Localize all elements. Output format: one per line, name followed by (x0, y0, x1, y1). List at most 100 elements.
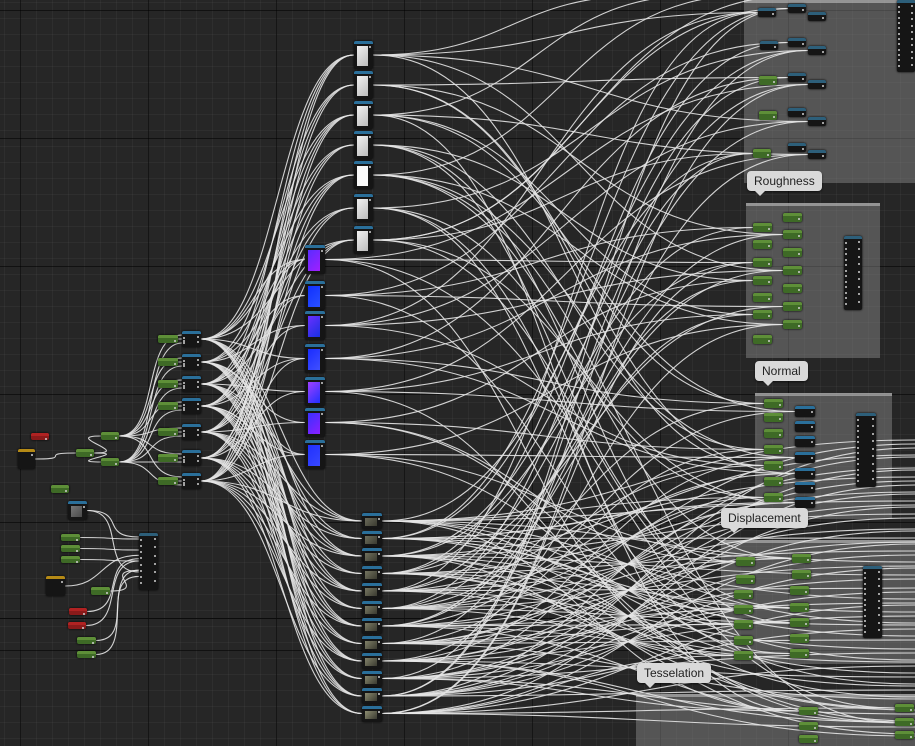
scalar-parameter-node[interactable] (783, 302, 802, 311)
scalar-parameter-node[interactable] (895, 704, 914, 712)
material-function-node[interactable] (844, 236, 862, 310)
comment-label-tesselation[interactable]: Tesselation (637, 663, 711, 683)
scalar-parameter-node[interactable] (799, 722, 818, 730)
texture-object-node[interactable] (46, 576, 65, 596)
scalar-parameter-node[interactable] (783, 230, 802, 239)
node-input[interactable] (753, 149, 771, 158)
scalar-parameter-node[interactable] (764, 445, 783, 454)
scalar-parameter-node[interactable] (790, 618, 809, 627)
scalar-parameter-node[interactable] (753, 240, 772, 249)
texture-sample-node[interactable] (305, 408, 325, 437)
texture-sample-node[interactable] (795, 436, 815, 447)
node-input[interactable] (788, 38, 806, 47)
vector-parameter-node[interactable] (31, 433, 49, 440)
lerp-node[interactable] (182, 473, 201, 489)
scalar-parameter-node[interactable] (783, 284, 802, 293)
scalar-parameter-node[interactable] (790, 586, 809, 595)
scalar-parameter-node[interactable] (736, 557, 755, 566)
scalar-parameter-node[interactable] (783, 213, 802, 222)
scalar-parameter-node[interactable] (799, 707, 818, 715)
node-input[interactable] (808, 46, 826, 55)
node-input[interactable] (788, 143, 806, 152)
texture-sample-node[interactable] (362, 583, 382, 599)
texture-sample-node[interactable] (305, 440, 325, 469)
texture-sample-node[interactable] (354, 71, 373, 99)
texture-sample-node[interactable] (354, 194, 373, 222)
node-input[interactable] (759, 111, 777, 120)
scalar-parameter-node[interactable] (734, 620, 753, 629)
scalar-parameter-node[interactable] (764, 399, 783, 408)
node-input[interactable] (760, 41, 778, 50)
texture-sample-node[interactable] (795, 497, 815, 508)
scalar-parameter-node[interactable] (734, 605, 753, 614)
scalar-parameter-node[interactable] (734, 590, 753, 599)
scalar-parameter-node[interactable] (783, 266, 802, 275)
texture-sample-node[interactable] (362, 531, 382, 547)
texture-sample-node[interactable] (354, 131, 373, 159)
material-function-node[interactable] (856, 413, 876, 487)
node-input[interactable] (788, 4, 806, 13)
lerp-node[interactable] (182, 354, 201, 370)
material-function-node[interactable] (863, 566, 882, 638)
node-input[interactable] (788, 108, 806, 117)
lerp-node[interactable] (182, 450, 201, 466)
texture-sample-node[interactable] (305, 245, 325, 274)
node-input[interactable] (808, 150, 826, 159)
texture-sample-node[interactable] (305, 311, 325, 340)
scalar-parameter-node[interactable] (753, 310, 772, 319)
node-input[interactable] (759, 76, 777, 85)
texture-sample-node[interactable] (354, 101, 373, 129)
lerp-node[interactable] (182, 331, 201, 347)
scalar-parameter-node[interactable] (61, 556, 80, 563)
texture-sample-node[interactable] (795, 482, 815, 493)
comment-label-displacement[interactable]: Displacement (721, 508, 808, 528)
texture-sample-node[interactable] (362, 636, 382, 652)
scalar-parameter-node[interactable] (76, 449, 94, 457)
scalar-parameter-node[interactable] (764, 413, 783, 422)
scalar-parameter-node[interactable] (158, 402, 178, 410)
scalar-parameter-node[interactable] (764, 493, 783, 502)
scalar-parameter-node[interactable] (790, 634, 809, 643)
texture-sample-node[interactable] (305, 377, 325, 406)
scalar-parameter-node[interactable] (158, 477, 178, 485)
texture-sample-node[interactable] (68, 501, 87, 520)
scalar-parameter-node[interactable] (158, 358, 178, 366)
texture-sample-node[interactable] (795, 452, 815, 463)
scalar-parameter-node[interactable] (790, 603, 809, 612)
node-input[interactable] (788, 73, 806, 82)
scalar-parameter-node[interactable] (783, 248, 802, 257)
texture-sample-node[interactable] (362, 706, 382, 722)
comment-label-roughness[interactable]: Roughness (747, 171, 822, 191)
material-function-node[interactable] (897, 0, 915, 72)
scalar-parameter-node[interactable] (91, 587, 110, 595)
node-input[interactable] (808, 80, 826, 89)
scalar-parameter-node[interactable] (734, 636, 753, 645)
comment-label-normal[interactable]: Normal (755, 361, 808, 381)
lerp-node[interactable] (182, 398, 201, 414)
scalar-parameter-node[interactable] (158, 454, 178, 462)
material-function-node[interactable] (139, 533, 158, 590)
scalar-parameter-node[interactable] (158, 380, 178, 388)
scalar-parameter-node[interactable] (753, 276, 772, 285)
scalar-parameter-node[interactable] (799, 735, 818, 743)
texture-sample-node[interactable] (362, 618, 382, 634)
scalar-parameter-node[interactable] (753, 293, 772, 302)
vector-parameter-node[interactable] (68, 622, 86, 629)
scalar-parameter-node[interactable] (753, 223, 772, 232)
scalar-parameter-node[interactable] (734, 651, 753, 660)
scalar-parameter-node[interactable] (783, 320, 802, 329)
texture-sample-node[interactable] (354, 41, 373, 69)
texture-sample-node[interactable] (362, 513, 382, 529)
scalar-parameter-node[interactable] (77, 637, 96, 644)
texture-sample-node[interactable] (362, 653, 382, 669)
lerp-node[interactable] (182, 424, 201, 440)
scalar-parameter-node[interactable] (753, 258, 772, 267)
scalar-parameter-node[interactable] (753, 335, 772, 344)
scalar-parameter-node[interactable] (61, 534, 80, 541)
scalar-parameter-node[interactable] (51, 485, 69, 493)
vector-parameter-node[interactable] (69, 608, 87, 615)
node-input[interactable] (758, 8, 776, 17)
scalar-parameter-node[interactable] (101, 432, 119, 440)
texture-sample-node[interactable] (362, 548, 382, 564)
texture-sample-node[interactable] (305, 344, 325, 373)
